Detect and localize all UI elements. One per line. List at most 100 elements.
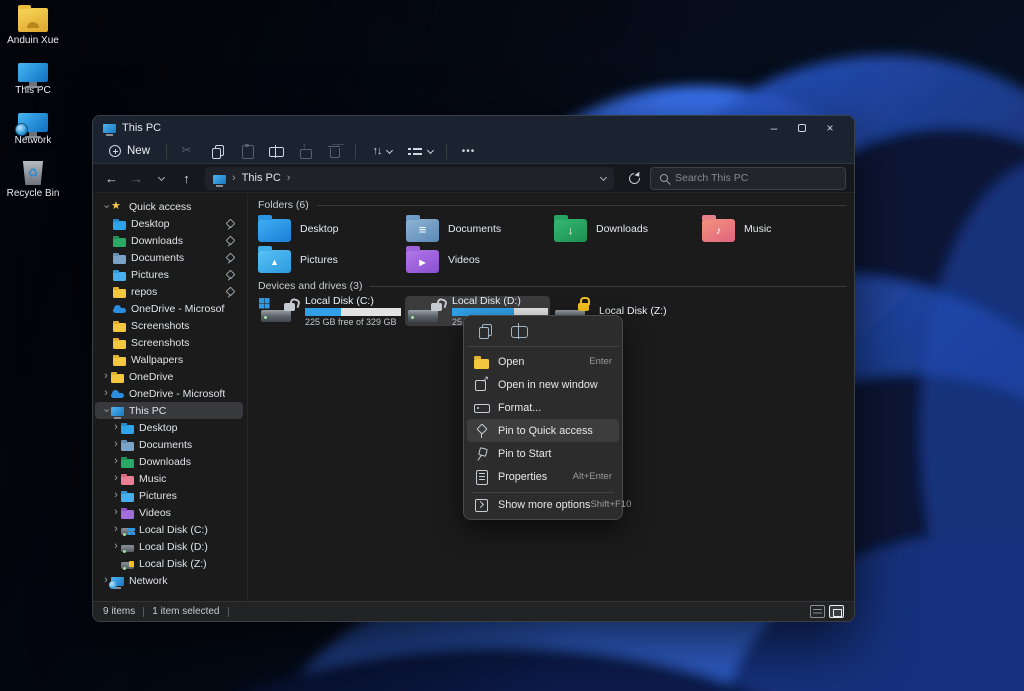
context-menu-item[interactable]: Pin to Start <box>467 442 619 465</box>
sidebar-item-icon <box>121 544 134 553</box>
sidebar-item-label: repos <box>131 285 158 298</box>
sidebar-item[interactable]: Local Disk (Z:) <box>95 555 243 572</box>
desktop-icon[interactable]: This PC <box>2 61 64 96</box>
folder-tile[interactable]: Videos <box>406 245 554 274</box>
breadcrumb[interactable]: › This PC › <box>205 166 614 190</box>
context-menu-item[interactable]: Format... <box>467 396 619 419</box>
back-button[interactable]: ← <box>101 168 122 189</box>
menu-item-icon <box>474 400 490 415</box>
close-button[interactable]: × <box>816 117 844 139</box>
toolbar-button[interactable] <box>233 140 260 162</box>
context-menu-item[interactable]: Properties Alt+Enter <box>467 465 619 488</box>
quick-action-button[interactable] <box>471 320 499 342</box>
toolbar-button[interactable] <box>175 140 202 162</box>
large-icons-view-button[interactable] <box>829 605 844 618</box>
view-icon <box>407 143 423 159</box>
sidebar-item[interactable]: Desktop <box>95 419 243 436</box>
refresh-button[interactable] <box>622 168 646 189</box>
view-button[interactable] <box>402 140 438 162</box>
pin-icon <box>225 371 237 383</box>
sidebar-item-label: OneDrive - Microsoft <box>129 387 225 400</box>
titlebar[interactable]: This PC – × <box>93 116 854 139</box>
sidebar-item[interactable]: Local Disk (C:) <box>95 521 243 538</box>
context-menu-item[interactable]: Show more options Shift+F10 <box>467 493 631 516</box>
breadcrumb-chevron-icon[interactable]: › <box>287 172 291 184</box>
context-menu-item[interactable]: Open Enter <box>467 350 619 373</box>
folder-emblem-icon <box>419 253 425 269</box>
details-view-button[interactable] <box>810 605 825 618</box>
chevron-icon[interactable] <box>111 507 121 518</box>
toolbar-buttons <box>175 140 347 162</box>
folder-tile[interactable]: Pictures <box>258 245 406 274</box>
sidebar-item[interactable]: Local Disk (D:) <box>95 538 243 555</box>
chevron-icon[interactable] <box>101 405 111 416</box>
sidebar-item[interactable]: OneDrive - Microsoft <box>95 385 243 402</box>
toolbar-button[interactable] <box>262 140 289 162</box>
toolbar-separator <box>355 143 357 159</box>
sidebar-item[interactable]: Documents <box>95 436 243 453</box>
sidebar-item[interactable]: OneDrive - Microsoft <box>95 300 243 317</box>
drive-tile[interactable]: Local Disk (C:) 225 GB free of 329 GB <box>258 295 403 327</box>
toolbar-button[interactable] <box>320 140 347 162</box>
sidebar-item[interactable]: Documents <box>95 249 243 266</box>
sidebar-item[interactable]: Downloads <box>95 232 243 249</box>
chevron-icon[interactable] <box>101 201 111 212</box>
sidebar-item[interactable]: repos <box>95 283 243 300</box>
forward-button[interactable]: → <box>126 168 147 189</box>
sidebar-item[interactable]: Music <box>95 470 243 487</box>
recent-locations-button[interactable] <box>151 168 172 189</box>
chevron-icon[interactable] <box>111 541 121 552</box>
desktop-icon[interactable]: Network <box>2 111 64 146</box>
toolbar-icon <box>326 143 342 159</box>
toolbar-icon <box>239 143 255 159</box>
sort-button[interactable]: ↑↓ <box>364 140 400 162</box>
chevron-icon[interactable] <box>111 490 121 501</box>
chevron-icon[interactable] <box>101 388 111 399</box>
chevron-icon[interactable] <box>101 371 111 382</box>
up-button[interactable]: ↑ <box>176 168 197 189</box>
desktop-icon[interactable]: Recycle Bin <box>2 161 64 199</box>
chevron-icon[interactable] <box>111 473 121 484</box>
context-menu-item[interactable]: Pin to Quick access <box>467 419 619 442</box>
toolbar-button[interactable] <box>204 140 231 162</box>
chevron-icon[interactable] <box>111 456 121 467</box>
sidebar-item[interactable]: Quick access <box>95 198 243 215</box>
window-title: This PC <box>122 121 162 134</box>
folder-tile[interactable]: Desktop <box>258 214 406 243</box>
sidebar-item[interactable]: Screenshots <box>95 334 243 351</box>
folder-tile[interactable]: Music <box>702 214 850 243</box>
sidebar-item[interactable]: Pictures <box>95 266 243 283</box>
breadcrumb-item[interactable]: This PC <box>242 172 281 184</box>
address-dropdown-button[interactable] <box>599 173 608 181</box>
chevron-icon[interactable] <box>111 524 121 535</box>
section-header-drives[interactable]: Devices and drives (3) <box>258 280 846 292</box>
minimize-button[interactable]: – <box>760 117 788 139</box>
folder-tile[interactable]: Downloads <box>554 214 702 243</box>
toolbar-button[interactable] <box>291 140 318 162</box>
quick-action-button[interactable] <box>505 320 533 342</box>
context-menu-items: Open Enter Open in new window Format... … <box>467 350 631 516</box>
new-button[interactable]: New <box>101 140 158 162</box>
chevron-icon[interactable] <box>111 422 121 433</box>
more-options-button[interactable]: ••• <box>455 140 482 162</box>
sidebar-item[interactable]: Network <box>95 572 243 589</box>
sidebar-item[interactable]: This PC <box>95 402 243 419</box>
chevron-icon[interactable] <box>111 439 121 450</box>
sidebar-item[interactable]: Desktop <box>95 215 243 232</box>
search-input[interactable] <box>675 172 836 184</box>
folder-tile[interactable]: Documents <box>406 214 554 243</box>
sidebar-item[interactable]: Downloads <box>95 453 243 470</box>
desktop-icon[interactable]: Anduin Xue <box>2 5 64 46</box>
sidebar-item[interactable]: Screenshots <box>95 317 243 334</box>
sidebar-item[interactable]: Wallpapers <box>95 351 243 368</box>
sidebar-item-icon <box>113 218 126 230</box>
sidebar-item-label: OneDrive <box>129 370 174 383</box>
status-separator <box>143 606 145 617</box>
section-header-folders[interactable]: Folders (6) <box>258 199 846 211</box>
bitlocker-lock-icon <box>284 297 296 312</box>
context-menu-item[interactable]: Open in new window <box>467 373 619 396</box>
maximize-button[interactable] <box>788 117 816 139</box>
sidebar-item[interactable]: Videos <box>95 504 243 521</box>
sidebar-item[interactable]: Pictures <box>95 487 243 504</box>
sidebar-item[interactable]: OneDrive <box>95 368 243 385</box>
